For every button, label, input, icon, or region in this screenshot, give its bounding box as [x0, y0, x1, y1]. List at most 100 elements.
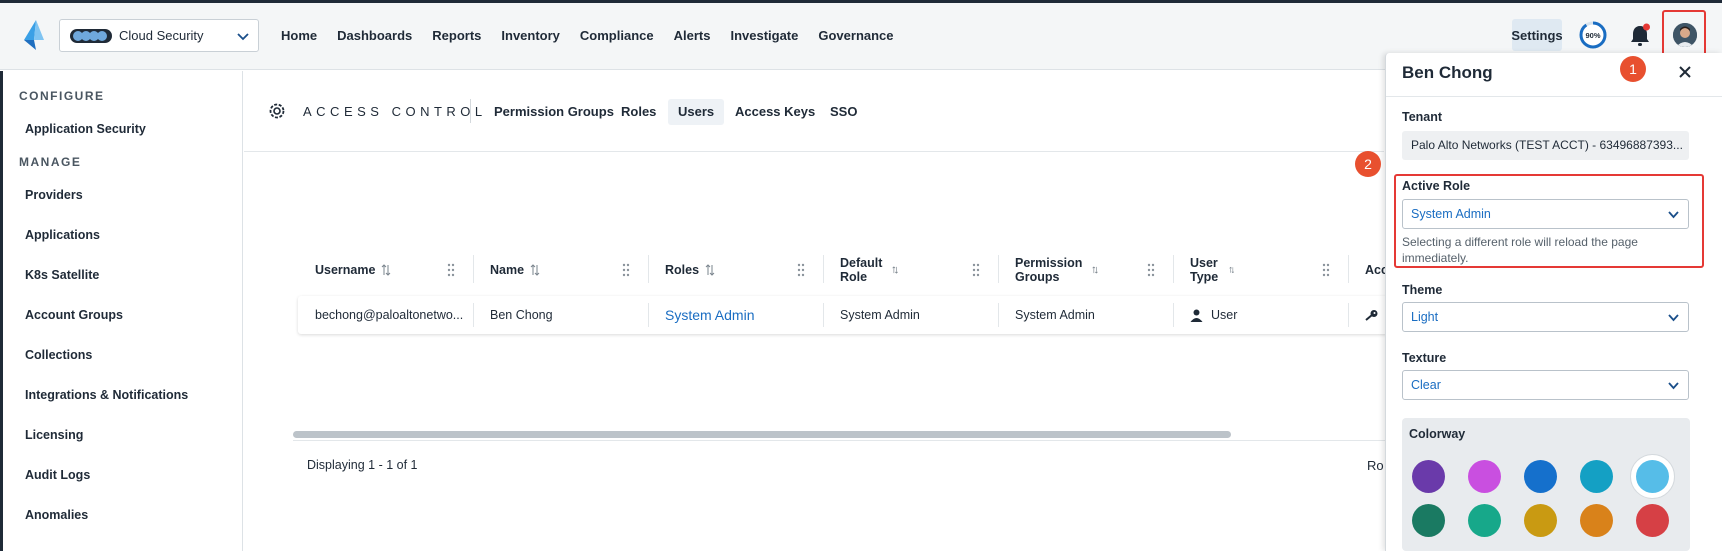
tab-permission-groups[interactable]: Permission Groups: [484, 99, 624, 125]
row-separator: [1173, 303, 1174, 327]
sidebar-item-account-groups[interactable]: Account Groups: [25, 308, 123, 322]
sidebar-item-integrations[interactable]: Integrations & Notifications: [25, 388, 188, 402]
sidebar-item-licensing[interactable]: Licensing: [25, 428, 83, 442]
sort-icon[interactable]: [1229, 264, 1235, 276]
nav-dashboards[interactable]: Dashboards: [337, 28, 412, 43]
nav-governance[interactable]: Governance: [818, 28, 893, 43]
colorway-label: Colorway: [1409, 427, 1466, 441]
tab-users[interactable]: Users: [668, 99, 725, 125]
sidebar-item-k8s-satellite[interactable]: K8s Satellite: [25, 268, 99, 282]
active-role-select[interactable]: System Admin: [1402, 199, 1689, 229]
sort-icon[interactable]: [381, 264, 391, 276]
tenant-field: Palo Alto Networks (TEST ACCT) - 6349688…: [1402, 131, 1689, 160]
user-icon: [1190, 309, 1203, 322]
column-separator: [998, 255, 999, 283]
colorway-swatch[interactable]: [1524, 460, 1557, 493]
nav-inventory[interactable]: Inventory: [501, 28, 560, 43]
column-header-name[interactable]: Name: [490, 255, 540, 285]
sort-icon[interactable]: [530, 264, 540, 276]
notification-bell-icon[interactable]: [1628, 22, 1652, 48]
tab-sso[interactable]: SSO: [820, 99, 867, 125]
main-nav: Home Dashboards Reports Inventory Compli…: [281, 0, 914, 70]
user-avatar-button[interactable]: [1662, 10, 1706, 58]
sidebar-item-anomalies[interactable]: Anomalies: [25, 508, 88, 522]
column-separator: [473, 255, 474, 283]
sidebar-item-applications[interactable]: Applications: [25, 228, 100, 242]
column-label: Roles: [665, 263, 700, 277]
drag-handle-icon[interactable]: [971, 263, 981, 277]
active-role-hint: Selecting a different role will reload t…: [1402, 235, 1638, 265]
annotation-badge-2: 2: [1355, 151, 1381, 177]
column-header-username[interactable]: Username: [315, 255, 391, 285]
nav-reports[interactable]: Reports: [432, 28, 481, 43]
sidebar-item-audit-logs[interactable]: Audit Logs: [25, 468, 90, 482]
sidebar-item-application-security[interactable]: Application Security: [25, 122, 146, 136]
colorway-swatch[interactable]: [1412, 460, 1445, 493]
close-icon[interactable]: [1677, 64, 1693, 80]
row-separator: [473, 303, 474, 327]
theme-label: Theme: [1402, 283, 1443, 297]
drag-handle-icon[interactable]: [1321, 263, 1331, 277]
colorway-swatch[interactable]: [1580, 460, 1613, 493]
drag-handle-icon[interactable]: [446, 263, 456, 277]
product-selector[interactable]: Cloud Security: [59, 19, 259, 52]
chevron-down-icon: [237, 33, 249, 41]
cell-roles-link[interactable]: System Admin: [665, 296, 754, 334]
row-separator: [648, 303, 649, 327]
column-label: Name: [490, 263, 525, 277]
user-type-label: User: [1211, 308, 1238, 322]
header-divider: [470, 99, 471, 123]
chevron-down-icon: [1668, 211, 1679, 219]
nav-alerts[interactable]: Alerts: [674, 28, 711, 43]
table-row[interactable]: bechong@paloaltonetwo... Ben Chong Syste…: [298, 296, 1388, 334]
cell-default-role: System Admin: [840, 308, 920, 322]
drag-handle-icon[interactable]: [621, 263, 631, 277]
row-separator: [998, 303, 999, 327]
colorway-swatch[interactable]: [1636, 504, 1669, 537]
prisma-logo-icon: [70, 28, 112, 43]
column-separator: [648, 255, 649, 283]
colorway-swatch[interactable]: [1524, 504, 1557, 537]
colorway-swatch[interactable]: [1468, 460, 1501, 493]
texture-select[interactable]: Clear: [1402, 370, 1689, 400]
sort-icon[interactable]: [892, 264, 898, 276]
sidebar-item-providers[interactable]: Providers: [25, 188, 83, 202]
page-title: ACCESS CONTROL: [303, 104, 487, 119]
column-header-default-role[interactable]: Default Role: [840, 255, 898, 285]
annotation-badge-1: 1: [1620, 56, 1646, 82]
colorway-swatch[interactable]: [1580, 504, 1613, 537]
progress-ring[interactable]: 90%: [1578, 20, 1608, 50]
column-separator: [823, 255, 824, 283]
sidebar-item-collections[interactable]: Collections: [25, 348, 92, 362]
tenant-label: Tenant: [1402, 110, 1443, 124]
sidebar-edge: [0, 71, 3, 551]
chevron-down-icon: [1668, 314, 1679, 322]
column-header-user-type[interactable]: User Type: [1190, 255, 1234, 285]
key-icon: [1365, 310, 1378, 321]
gear-icon: [269, 103, 285, 119]
nav-investigate[interactable]: Investigate: [730, 28, 798, 43]
column-header-roles[interactable]: Roles: [665, 255, 715, 285]
tab-access-keys[interactable]: Access Keys: [725, 99, 825, 125]
drag-handle-icon[interactable]: [1146, 263, 1156, 277]
active-role-value: System Admin: [1411, 207, 1491, 221]
sort-icon[interactable]: [1092, 264, 1098, 276]
row-separator: [1348, 303, 1349, 327]
app-logo-icon[interactable]: [22, 20, 46, 50]
tab-roles[interactable]: Roles: [611, 99, 666, 125]
theme-select[interactable]: Light: [1402, 302, 1689, 332]
nav-home[interactable]: Home: [281, 28, 317, 43]
nav-compliance[interactable]: Compliance: [580, 28, 654, 43]
cell-permission-groups: System Admin: [1015, 308, 1095, 322]
rows-per-page-label: Ro: [1367, 458, 1384, 473]
texture-value: Clear: [1411, 378, 1441, 392]
colorway-swatch[interactable]: [1636, 460, 1669, 493]
horizontal-scrollbar[interactable]: [293, 431, 1231, 438]
settings-button[interactable]: Settings: [1511, 19, 1563, 51]
drag-handle-icon[interactable]: [796, 263, 806, 277]
colorway-swatch[interactable]: [1412, 504, 1445, 537]
column-header-permission-groups[interactable]: Permission Groups: [1015, 255, 1098, 285]
sort-icon[interactable]: [705, 264, 715, 276]
sidebar-section-manage: MANAGE: [19, 155, 82, 169]
colorway-swatch[interactable]: [1468, 504, 1501, 537]
